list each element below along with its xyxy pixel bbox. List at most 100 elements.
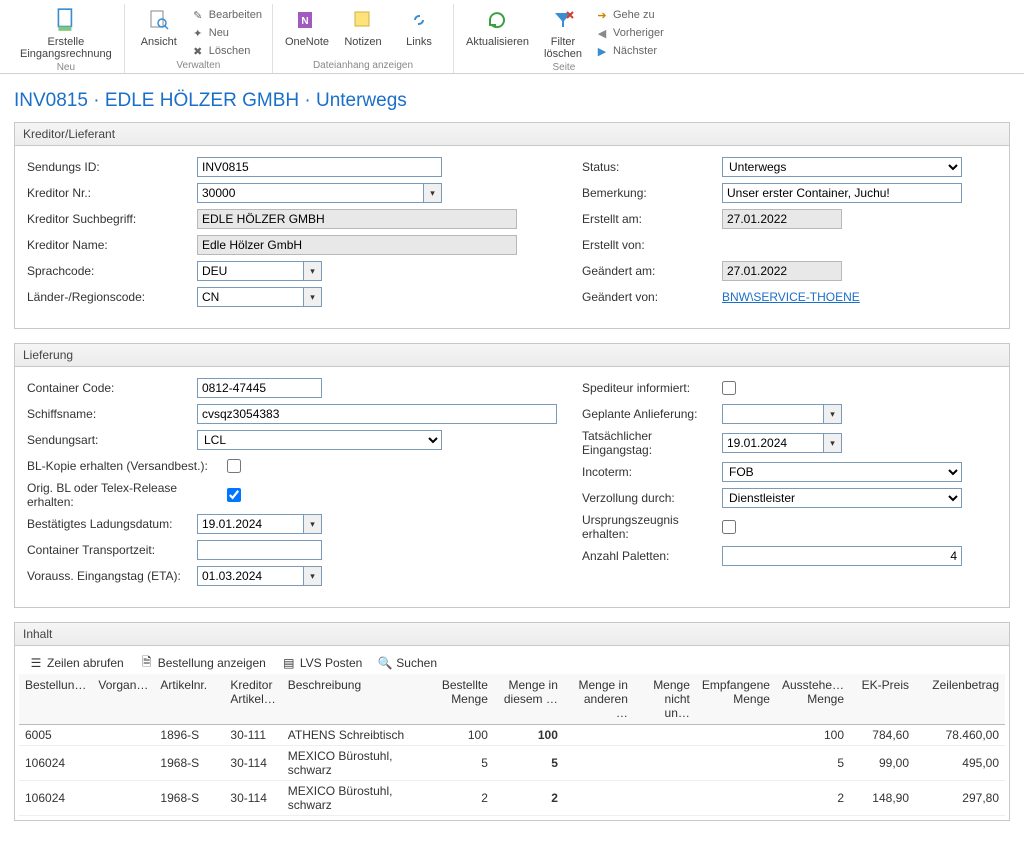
regionscode-dropdown[interactable]: ▾ xyxy=(304,287,322,307)
col-ausstehende[interactable]: Ausstehe… Menge xyxy=(776,674,850,725)
cell-artikelnr[interactable]: 1968-S xyxy=(154,781,224,816)
filter-loeschen-button[interactable]: Filter löschen xyxy=(535,4,591,62)
table-row[interactable]: 106024 1968-S30-114MEXICO Bürostuhl, schw… xyxy=(19,781,1005,816)
cell-kart[interactable]: 30-111 xyxy=(224,725,281,746)
gehe-zu-button[interactable]: ➔ Gehe zu xyxy=(591,6,668,24)
cell-kart[interactable]: 30-114 xyxy=(224,781,281,816)
cell-beschr[interactable]: MEXICO Bürostuhl, schwarz xyxy=(282,746,432,781)
paletten-input[interactable] xyxy=(722,546,962,566)
status-select[interactable]: Unterwegs xyxy=(722,157,962,177)
lvs-posten-button[interactable]: ▤ LVS Posten xyxy=(282,656,362,670)
cell-diesem[interactable]: 2 xyxy=(494,781,564,816)
links-button[interactable]: Links xyxy=(391,4,447,50)
cell-bestmenge[interactable]: 5 xyxy=(432,746,494,781)
cell-empf[interactable] xyxy=(696,725,776,746)
cell-ek[interactable]: 99,00 xyxy=(850,746,915,781)
incoterm-select[interactable]: FOB xyxy=(722,462,962,482)
eta-input[interactable] xyxy=(197,566,304,586)
cell-ausst[interactable]: 100 xyxy=(776,725,850,746)
col-beschreibung[interactable]: Beschreibung xyxy=(282,674,432,725)
loeschen-button[interactable]: ✖ Löschen xyxy=(187,42,266,60)
naechster-button[interactable]: ▶ Nächster xyxy=(591,42,668,60)
neu-button[interactable]: ✦ Neu xyxy=(187,24,266,42)
cell-bestmenge[interactable]: 100 xyxy=(432,725,494,746)
inhalt-grid[interactable]: Bestellun… Vorgan… Artikelnr. Kreditor A… xyxy=(19,674,1005,816)
eta-dropdown[interactable]: ▾ xyxy=(304,566,322,586)
verzollung-select[interactable]: Dienstleister xyxy=(722,488,962,508)
schiffsname-input[interactable] xyxy=(197,404,557,424)
onenote-button[interactable]: N OneNote xyxy=(279,4,335,50)
container-code-input[interactable] xyxy=(197,378,322,398)
cell-nicht[interactable] xyxy=(634,781,696,816)
cell-ausst[interactable]: 5 xyxy=(776,746,850,781)
cell-vorgan[interactable] xyxy=(92,746,154,781)
col-empfangene[interactable]: Empfangene Menge xyxy=(696,674,776,725)
spediteur-checkbox[interactable] xyxy=(722,381,736,395)
cell-diesem[interactable]: 100 xyxy=(494,725,564,746)
cell-vorgan[interactable] xyxy=(92,781,154,816)
cell-ek[interactable]: 148,90 xyxy=(850,781,915,816)
kreditor-nr-dropdown[interactable]: ▾ xyxy=(424,183,442,203)
erstelle-eingangsrechnung-button[interactable]: Erstelle Eingangsrechnung xyxy=(14,4,118,62)
table-row[interactable]: 106024 1968-S30-114MEXICO Bürostuhl, schw… xyxy=(19,746,1005,781)
cell-kart[interactable]: 30-114 xyxy=(224,746,281,781)
tatsaechlicher-input[interactable] xyxy=(722,433,824,453)
col-vorgan[interactable]: Vorgan… xyxy=(92,674,154,725)
transportzeit-input[interactable] xyxy=(197,540,322,560)
sendungs-id-input[interactable] xyxy=(197,157,442,177)
cell-vorgan[interactable] xyxy=(92,725,154,746)
bearbeiten-button[interactable]: ✎ Bearbeiten xyxy=(187,6,266,24)
regionscode-input[interactable] xyxy=(197,287,304,307)
geplante-input[interactable] xyxy=(722,404,824,424)
tatsaechlicher-dropdown[interactable]: ▾ xyxy=(824,433,842,453)
zeilen-abrufen-button[interactable]: ☰ Zeilen abrufen xyxy=(29,656,124,670)
cell-artikelnr[interactable]: 1968-S xyxy=(154,746,224,781)
cell-anderen[interactable] xyxy=(564,746,634,781)
cell-ausst[interactable]: 2 xyxy=(776,781,850,816)
cell-bestell[interactable]: 6005 xyxy=(19,725,92,746)
bestellung-anzeigen-button[interactable]: 🗎 Bestellung anzeigen xyxy=(140,656,266,670)
geplante-dropdown[interactable]: ▾ xyxy=(824,404,842,424)
col-menge-anderen[interactable]: Menge in anderen … xyxy=(564,674,634,725)
col-bestell[interactable]: Bestellun… xyxy=(19,674,92,725)
cell-bestmenge[interactable]: 2 xyxy=(432,781,494,816)
bemerkung-input[interactable] xyxy=(722,183,962,203)
suchen-button[interactable]: 🔍 Suchen xyxy=(378,656,437,670)
ansicht-button[interactable]: Ansicht xyxy=(131,4,187,50)
ursprung-checkbox[interactable] xyxy=(722,520,736,534)
cell-artikelnr[interactable]: 1896-S xyxy=(154,725,224,746)
table-row[interactable]: 60051896-S30-111ATHENS Schreibtisch10010… xyxy=(19,725,1005,746)
col-menge-nicht[interactable]: Menge nicht un… xyxy=(634,674,696,725)
cell-zeile[interactable]: 297,80 xyxy=(915,781,1005,816)
aktualisieren-button[interactable]: Aktualisieren xyxy=(460,4,535,50)
sprachcode-input[interactable] xyxy=(197,261,304,281)
cell-zeile[interactable]: 78.460,00 xyxy=(915,725,1005,746)
ladungsdatum-dropdown[interactable]: ▾ xyxy=(304,514,322,534)
cell-nicht[interactable] xyxy=(634,725,696,746)
notizen-button[interactable]: Notizen xyxy=(335,4,391,50)
cell-diesem[interactable]: 5 xyxy=(494,746,564,781)
col-ek-preis[interactable]: EK-Preis xyxy=(850,674,915,725)
ladungsdatum-input[interactable] xyxy=(197,514,304,534)
col-zeilenbetrag[interactable]: Zeilenbetrag xyxy=(915,674,1005,725)
geaendert-von-link[interactable]: BNW\SERVICE-THOENE xyxy=(722,290,860,304)
col-kreditor-artikel[interactable]: Kreditor Artikel… xyxy=(224,674,281,725)
cell-zeile[interactable]: 495,00 xyxy=(915,746,1005,781)
vorheriger-button[interactable]: ◀ Vorheriger xyxy=(591,24,668,42)
cell-bestell[interactable]: 106024 xyxy=(19,746,92,781)
bl-kopie-checkbox[interactable] xyxy=(227,459,241,473)
cell-nicht[interactable] xyxy=(634,746,696,781)
col-bestellte-menge[interactable]: Bestellte Menge xyxy=(432,674,494,725)
cell-beschr[interactable]: MEXICO Bürostuhl, schwarz xyxy=(282,781,432,816)
sendungsart-select[interactable]: LCL xyxy=(197,430,442,450)
col-artikelnr[interactable]: Artikelnr. xyxy=(154,674,224,725)
cell-empf[interactable] xyxy=(696,781,776,816)
cell-anderen[interactable] xyxy=(564,781,634,816)
cell-empf[interactable] xyxy=(696,746,776,781)
kreditor-nr-input[interactable] xyxy=(197,183,424,203)
cell-beschr[interactable]: ATHENS Schreibtisch xyxy=(282,725,432,746)
cell-bestell[interactable]: 106024 xyxy=(19,781,92,816)
orig-bl-checkbox[interactable] xyxy=(227,488,241,502)
cell-ek[interactable]: 784,60 xyxy=(850,725,915,746)
sprachcode-dropdown[interactable]: ▾ xyxy=(304,261,322,281)
